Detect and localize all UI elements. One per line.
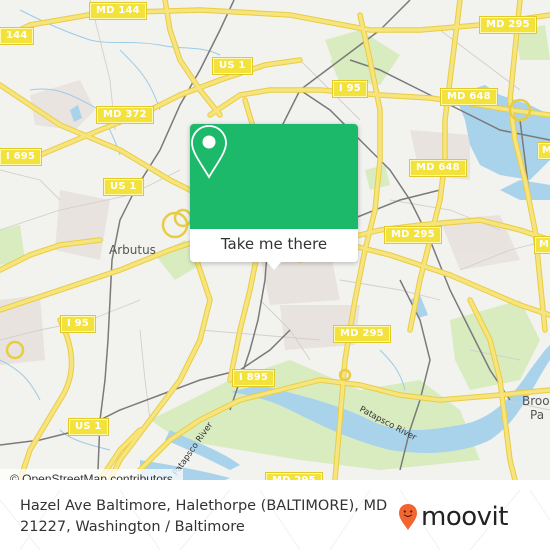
road-shield-md648: MD 648 — [440, 88, 498, 106]
road-shield-md144: MD 144 — [89, 2, 147, 20]
road-shield-i895: I 895 — [231, 369, 276, 387]
road-shield-i95-left: I 95 — [60, 315, 96, 333]
road-shield-md295-mid: MD 295 — [384, 226, 442, 244]
location-popup: Take me there — [190, 124, 358, 270]
popup-header — [190, 124, 358, 229]
road-shield-i95: I 95 — [332, 80, 368, 98]
landuse-area — [30, 80, 95, 130]
road-shield-md372: MD 372 — [96, 106, 154, 124]
moovit-wordmark: moovit — [421, 502, 508, 532]
footer: Hazel Ave Baltimore, Halethorpe (BALTIMO… — [0, 490, 550, 550]
map-canvas[interactable]: MD 144 144 US 1 MD 372 I 695 US 1 I 95 M… — [0, 0, 550, 480]
road-shield-md-right: MD — [537, 142, 550, 160]
map-attribution[interactable]: © OpenStreetMap contributors — [0, 469, 183, 480]
road-shield-us1: US 1 — [212, 57, 253, 75]
take-me-there-button[interactable]: Take me there — [190, 229, 358, 262]
road-shield-md295-low: MD 295 — [333, 325, 391, 343]
place-label-arbutus: Arbutus — [109, 243, 156, 257]
popup-pointer — [266, 261, 282, 270]
road-shield-us1-low: US 1 — [68, 418, 109, 436]
address-text: Hazel Ave Baltimore, Halethorpe (BALTIMO… — [20, 498, 388, 535]
moovit-logo[interactable]: moovit — [398, 502, 508, 532]
place-label-line1: Broo — [522, 394, 550, 408]
road-shield-md648-mid: MD 648 — [409, 159, 467, 177]
road-shield-md-right-2: MD — [534, 236, 550, 254]
place-label-brooklyn-park: Broo Pa — [522, 394, 550, 422]
road-shield-md295-bottom: MD 295 — [265, 472, 323, 480]
road-shield-md144-left: 144 — [0, 27, 35, 45]
moovit-pin-logo-icon — [399, 504, 417, 530]
road-shield-md295: MD 295 — [479, 16, 537, 34]
map-pin-icon — [191, 125, 227, 179]
road-shield-us1-mid: US 1 — [103, 178, 144, 196]
place-label-line2: Pa — [530, 408, 545, 422]
road-shield-i695: I 695 — [0, 148, 43, 166]
